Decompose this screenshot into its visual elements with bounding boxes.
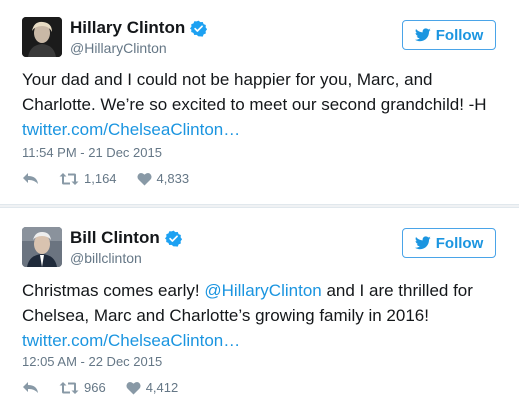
avatar[interactable] <box>22 17 62 57</box>
avatar[interactable] <box>22 227 62 267</box>
follow-button[interactable]: Follow <box>402 20 496 50</box>
user-handle[interactable]: @billclinton <box>70 250 142 266</box>
tweet-text-line: Christmas comes early! @HillaryClinton a… <box>22 278 502 303</box>
user-handle[interactable]: @HillaryClinton <box>70 40 167 56</box>
tweet-timestamp[interactable]: 12:05 AM - 22 Dec 2015 <box>22 354 162 369</box>
like-count: 4,412 <box>145 380 179 395</box>
reply-icon <box>23 381 38 393</box>
author-name-row: Hillary Clinton <box>70 18 208 38</box>
verified-badge-icon <box>164 230 182 247</box>
display-name[interactable]: Bill Clinton <box>70 228 160 248</box>
tweet-text-line: Chelsea, Marc and Charlotte’s growing fa… <box>22 306 429 325</box>
tweet-text: Your dad and I could not be happier for … <box>22 67 502 142</box>
mention-link[interactable]: @HillaryClinton <box>204 281 321 300</box>
retweet-count: 966 <box>84 380 106 395</box>
tweet-actions: 1,164 4,833 <box>22 171 209 186</box>
tweet-timestamp[interactable]: 11:54 PM - 21 Dec 2015 <box>22 145 162 160</box>
retweet-icon <box>59 381 79 394</box>
tweet-text-line: Your dad and I could not be happier for … <box>22 70 433 89</box>
tweet-text: Christmas comes early! @HillaryClinton a… <box>22 278 502 353</box>
tweet-card: Hillary Clinton @HillaryClinton Follow Y… <box>0 0 519 205</box>
tweet-text-segment: and I are thrilled for <box>321 281 473 300</box>
follow-label: Follow <box>435 234 484 252</box>
retweet-button[interactable]: 966 <box>59 380 106 395</box>
tweet-actions: 966 4,412 <box>22 380 198 395</box>
follow-label: Follow <box>435 26 484 44</box>
tweet-card: Bill Clinton @billclinton Follow Christm… <box>0 208 519 416</box>
retweet-icon <box>59 172 79 185</box>
avatar-image <box>22 227 62 267</box>
like-heart-icon <box>137 172 152 185</box>
tweet-link[interactable]: twitter.com/ChelseaClinton… <box>22 117 502 142</box>
like-button[interactable]: 4,412 <box>126 380 179 395</box>
reply-icon <box>23 172 38 184</box>
follow-button[interactable]: Follow <box>402 228 496 258</box>
reply-button[interactable] <box>22 172 39 186</box>
tweet-text-segment: Christmas comes early! <box>22 281 205 300</box>
tweet-link[interactable]: twitter.com/ChelseaClinton… <box>22 328 502 353</box>
twitter-bird-icon <box>414 236 431 250</box>
like-count: 4,833 <box>156 171 190 186</box>
like-heart-icon <box>126 381 141 394</box>
reply-button[interactable] <box>22 381 39 395</box>
retweet-button[interactable]: 1,164 <box>59 171 117 186</box>
verified-badge-icon <box>190 20 208 37</box>
avatar-image <box>22 17 62 57</box>
twitter-bird-icon <box>414 28 431 42</box>
tweet-text-line: Charlotte. We’re so excited to meet our … <box>22 95 487 114</box>
display-name[interactable]: Hillary Clinton <box>70 18 185 38</box>
like-button[interactable]: 4,833 <box>137 171 190 186</box>
retweet-count: 1,164 <box>84 171 117 186</box>
author-name-row: Bill Clinton <box>70 228 182 248</box>
